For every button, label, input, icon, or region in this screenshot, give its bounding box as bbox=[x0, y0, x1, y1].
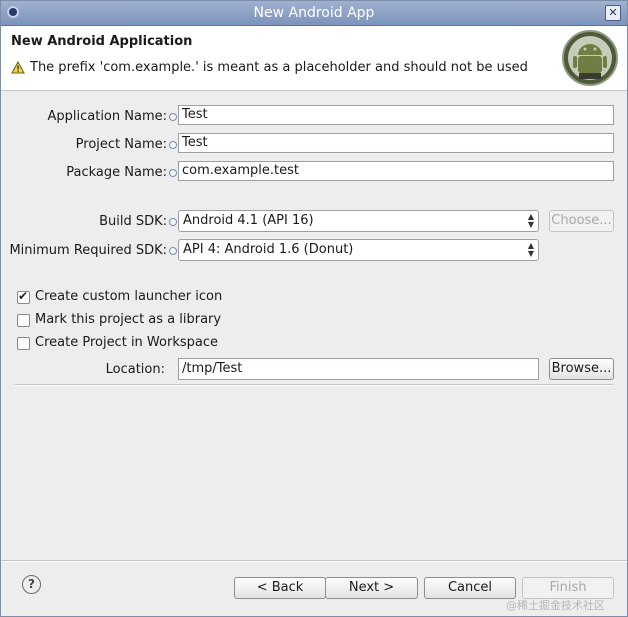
window-title: New Android App bbox=[253, 5, 375, 21]
browse-button[interactable]: Browse... bbox=[549, 358, 614, 380]
title-bar[interactable]: New Android App ✕ bbox=[1, 1, 627, 26]
package-name-label: Package Name: bbox=[66, 165, 167, 180]
page-title: New Android Application bbox=[11, 34, 193, 49]
combo-arrows-icon: ▲ ▼ bbox=[527, 212, 534, 229]
min-sdk-select[interactable]: API 4: Android 1.6 (Donut) ▲ ▼ bbox=[178, 239, 539, 261]
back-button[interactable]: < Back bbox=[234, 577, 326, 599]
info-icon bbox=[169, 141, 177, 149]
info-icon bbox=[169, 247, 177, 255]
close-button[interactable]: ✕ bbox=[605, 5, 621, 21]
dialog-window: New Android App ✕ New Android Applicatio… bbox=[0, 0, 628, 617]
workspace-checkbox[interactable] bbox=[17, 337, 30, 350]
choose-button[interactable]: Choose... bbox=[549, 210, 614, 232]
build-sdk-value: Android 4.1 (API 16) bbox=[183, 213, 314, 228]
library-label: Mark this project as a library bbox=[35, 312, 222, 327]
cancel-button[interactable]: Cancel bbox=[424, 577, 516, 599]
workspace-label: Create Project in Workspace bbox=[35, 335, 218, 350]
location-label: Location: bbox=[105, 362, 165, 377]
project-name-input[interactable]: Test bbox=[178, 133, 614, 153]
build-sdk-label: Build SDK: bbox=[99, 214, 167, 229]
project-name-label: Project Name: bbox=[75, 137, 167, 152]
info-icon bbox=[169, 113, 177, 121]
library-checkbox[interactable] bbox=[17, 314, 30, 327]
next-button[interactable]: Next > bbox=[325, 577, 418, 599]
checkmark-icon: ✔ bbox=[18, 289, 29, 303]
info-icon bbox=[169, 218, 177, 226]
separator bbox=[1, 560, 627, 562]
finish-button[interactable]: Finish bbox=[522, 577, 614, 599]
location-input[interactable]: /tmp/Test bbox=[178, 358, 539, 380]
watermark-text: @稀土掘金技术社区 bbox=[506, 599, 605, 612]
warning-message: The prefix 'com.example.' is meant as a … bbox=[30, 60, 528, 75]
launcher-icon-label: Create custom launcher icon bbox=[35, 289, 223, 304]
combo-arrows-icon: ▲ ▼ bbox=[527, 241, 534, 258]
app-name-label: Application Name: bbox=[47, 109, 167, 124]
info-icon bbox=[169, 169, 177, 177]
separator bbox=[15, 384, 613, 386]
android-logo-icon bbox=[562, 30, 618, 86]
warning-triangle-icon bbox=[11, 61, 25, 74]
launcher-icon-checkbox[interactable]: ✔ bbox=[17, 289, 30, 304]
build-sdk-select[interactable]: Android 4.1 (API 16) ▲ ▼ bbox=[178, 210, 539, 232]
min-sdk-label: Minimum Required SDK: bbox=[9, 243, 167, 258]
app-name-input[interactable]: Test bbox=[178, 105, 614, 125]
help-icon[interactable]: ? bbox=[22, 575, 41, 594]
package-name-input[interactable]: com.example.test bbox=[178, 161, 614, 181]
wizard-header: New Android Application The prefix 'com.… bbox=[1, 26, 627, 91]
min-sdk-value: API 4: Android 1.6 (Donut) bbox=[183, 242, 354, 257]
